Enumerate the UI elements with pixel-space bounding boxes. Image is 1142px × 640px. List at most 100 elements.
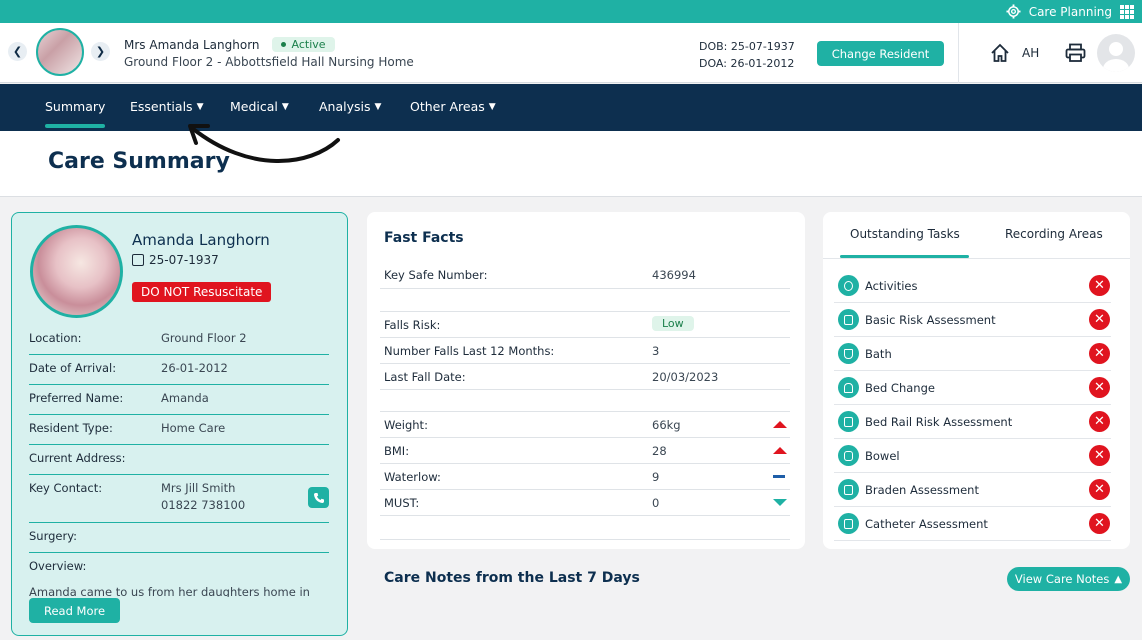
nav-analysis[interactable]: Analysis ▼ xyxy=(319,99,381,114)
fact-label: Key Safe Number: xyxy=(384,268,488,282)
row-value: Home Care xyxy=(161,421,226,435)
fact-label: Number Falls Last 12 Months: xyxy=(384,344,555,358)
gear-icon[interactable] xyxy=(1006,4,1021,19)
nav-other-areas[interactable]: Other Areas ▼ xyxy=(410,99,496,114)
dnr-alert-badge: DO NOT Resuscitate xyxy=(132,282,272,302)
status-text: Active xyxy=(291,38,326,51)
close-icon[interactable]: ✕ xyxy=(1089,513,1110,534)
fact-waterlow: Waterlow: 9 xyxy=(380,464,790,490)
fact-value: 3 xyxy=(652,344,660,358)
row-value: 26-01-2012 xyxy=(161,361,228,375)
print-icon[interactable] xyxy=(1065,43,1086,63)
fact-value: Low xyxy=(652,316,694,331)
profile-card: Amanda Langhorn 25-07-1937 DO NOT Resusc… xyxy=(11,212,348,636)
task-label[interactable]: Bath xyxy=(865,347,892,361)
nav-summary[interactable]: Summary xyxy=(45,99,105,114)
activities-icon xyxy=(838,275,859,296)
document-icon xyxy=(838,309,859,330)
bed-icon xyxy=(838,377,859,398)
main-nav: Summary Essentials ▼ Medical ▼ Analysis ▼ O… xyxy=(0,84,1142,131)
close-icon[interactable]: ✕ xyxy=(1089,479,1110,500)
task-label[interactable]: Bed Rail Risk Assessment xyxy=(865,415,1012,429)
nav-medical-label[interactable]: Medical xyxy=(230,99,278,114)
nav-summary-label[interactable]: Summary xyxy=(45,99,105,114)
task-label[interactable]: Braden Assessment xyxy=(865,483,979,497)
task-row[interactable]: Bath ✕ xyxy=(834,337,1111,371)
row-label: Current Address: xyxy=(29,451,126,465)
next-resident-button[interactable]: ❯ xyxy=(91,42,110,61)
call-contact-button[interactable] xyxy=(308,487,329,508)
top-bar: Care Planning xyxy=(0,0,1142,23)
task-label[interactable]: Bed Change xyxy=(865,381,935,395)
chevron-up-icon: ▲ xyxy=(1114,573,1123,585)
user-avatar[interactable] xyxy=(1097,34,1135,72)
resident-header: ❮ ❯ Mrs Amanda Langhorn Active Ground Fl… xyxy=(0,23,1142,83)
resident-name-line: Mrs Amanda Langhorn Active xyxy=(124,37,335,52)
divider xyxy=(380,539,790,540)
user-initials[interactable]: AH xyxy=(1022,46,1039,60)
task-row[interactable]: Bed Rail Risk Assessment ✕ xyxy=(834,405,1111,439)
close-icon[interactable]: ✕ xyxy=(1089,445,1110,466)
nav-analysis-label[interactable]: Analysis xyxy=(319,99,371,114)
fact-label: BMI: xyxy=(384,444,410,458)
row-value-phone: 01822 738100 xyxy=(161,498,246,512)
trend-down-icon xyxy=(773,499,787,506)
task-row[interactable]: Braden Assessment ✕ xyxy=(834,473,1111,507)
close-icon[interactable]: ✕ xyxy=(1089,377,1110,398)
annotation-arrow xyxy=(188,124,340,163)
profile-row-overview: Overview: xyxy=(29,559,329,577)
read-more-button[interactable]: Read More xyxy=(29,598,120,623)
nav-essentials[interactable]: Essentials ▼ xyxy=(130,99,203,114)
task-row[interactable]: Bed Change ✕ xyxy=(834,371,1111,405)
fact-falls-risk: Falls Risk: Low xyxy=(380,312,790,338)
home-icon[interactable] xyxy=(990,43,1010,63)
fact-value: 66kg xyxy=(652,418,681,432)
fact-last-fall: Last Fall Date: 20/03/2023 xyxy=(380,364,790,390)
falls-risk-badge: Low xyxy=(652,316,694,331)
close-icon[interactable]: ✕ xyxy=(1089,411,1110,432)
profile-dob-value: 25-07-1937 xyxy=(149,253,219,267)
task-row[interactable]: Catheter Assessment ✕ xyxy=(834,507,1111,541)
view-care-notes-button[interactable]: View Care Notes ▲ xyxy=(1007,567,1130,591)
task-label[interactable]: Bowel xyxy=(865,449,900,463)
page-header: Care Summary xyxy=(0,131,1142,197)
apps-grid-icon[interactable] xyxy=(1120,4,1134,19)
view-care-notes-label[interactable]: View Care Notes xyxy=(1015,572,1109,586)
resident-avatar xyxy=(36,28,84,76)
profile-row-arrival: Date of Arrival: 26-01-2012 xyxy=(29,361,329,385)
close-icon[interactable]: ✕ xyxy=(1089,309,1110,330)
close-icon[interactable]: ✕ xyxy=(1089,343,1110,364)
chevron-down-icon: ▼ xyxy=(281,101,289,112)
fact-label: Waterlow: xyxy=(384,470,441,484)
tab-divider xyxy=(823,258,1130,259)
fact-label: Weight: xyxy=(384,418,428,432)
fact-label: Last Fall Date: xyxy=(384,370,466,384)
document-icon xyxy=(838,479,859,500)
nav-active-indicator xyxy=(45,124,105,128)
trend-up-icon xyxy=(773,447,787,454)
bath-icon xyxy=(838,343,859,364)
app-switcher[interactable]: Care Planning xyxy=(1006,0,1134,23)
previous-resident-button[interactable]: ❮ xyxy=(8,42,27,61)
nav-essentials-label[interactable]: Essentials xyxy=(130,99,193,114)
app-label[interactable]: Care Planning xyxy=(1029,5,1112,19)
task-label[interactable]: Activities xyxy=(865,279,917,293)
tab-outstanding-tasks[interactable]: Outstanding Tasks xyxy=(850,227,960,241)
task-row[interactable]: Basic Risk Assessment ✕ xyxy=(834,303,1111,337)
task-label[interactable]: Basic Risk Assessment xyxy=(865,313,996,327)
profile-row-location: Location: Ground Floor 2 xyxy=(29,331,329,355)
row-label: Overview: xyxy=(29,559,87,573)
profile-row-address: Current Address: xyxy=(29,451,329,475)
resident-location: Ground Floor 2 - Abbottsfield Hall Nursi… xyxy=(124,55,414,69)
change-resident-button[interactable]: Change Resident xyxy=(817,41,944,66)
task-row[interactable]: Bowel ✕ xyxy=(834,439,1111,473)
document-icon xyxy=(838,411,859,432)
nav-medical[interactable]: Medical ▼ xyxy=(230,99,289,114)
task-label[interactable]: Catheter Assessment xyxy=(865,517,988,531)
close-icon[interactable]: ✕ xyxy=(1089,275,1110,296)
task-row[interactable]: Activities ✕ xyxy=(834,269,1111,303)
fact-label: Falls Risk: xyxy=(384,318,441,332)
nav-other-areas-label[interactable]: Other Areas xyxy=(410,99,485,114)
tab-recording-areas[interactable]: Recording Areas xyxy=(1005,227,1103,241)
resident-dates: DOB: 25-07-1937 DOA: 26-01-2012 xyxy=(699,38,795,72)
